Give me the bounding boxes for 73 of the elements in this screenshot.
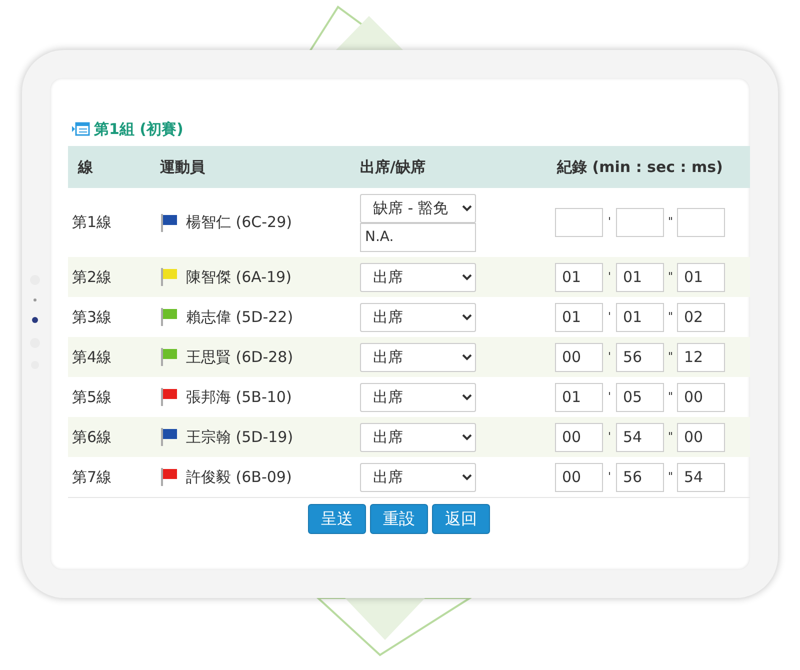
time-field[interactable]: 00 (555, 462, 603, 492)
time-field[interactable]: 05 (616, 382, 664, 412)
time-field[interactable] (616, 208, 664, 237)
lane-label: 第7線 (72, 468, 112, 486)
reset-button[interactable]: 重設 (370, 504, 428, 534)
athlete-name: 陳智傑 (6A-19) (186, 266, 292, 288)
athlete-name: 賴志偉 (5D-22) (186, 306, 294, 328)
lane-label: 第3線 (72, 308, 112, 326)
flag-icon (160, 427, 178, 447)
time-separator: ' (606, 214, 612, 230)
lane-label: 第2線 (72, 268, 112, 286)
time-separator: ' (606, 468, 612, 485)
attendance-select[interactable]: 出席 (360, 342, 476, 372)
time-field[interactable]: 01 (555, 382, 603, 412)
time-field[interactable]: 00 (555, 342, 603, 372)
time-field[interactable]: 56 (616, 462, 664, 492)
time-field[interactable]: 12 (677, 342, 725, 372)
attendance-select[interactable]: 出席 (360, 462, 476, 492)
athlete-name: 王宗翰 (5D-19) (186, 426, 294, 448)
column-header: 運動員 (160, 158, 205, 176)
flag-icon (160, 267, 178, 287)
time-field[interactable]: 01 (555, 302, 603, 332)
back-button[interactable]: 返回 (432, 504, 490, 534)
time-field[interactable]: 00 (677, 382, 725, 412)
time-separator: ' (606, 308, 612, 325)
time-field[interactable]: 00 (555, 422, 603, 452)
time-separator: ' (606, 268, 612, 285)
time-field[interactable]: 54 (616, 422, 664, 452)
time-field[interactable] (555, 208, 603, 237)
attendance-select[interactable]: 缺席 - 豁免 (360, 194, 476, 222)
flag-icon (160, 307, 178, 327)
time-separator: " (666, 214, 674, 230)
time-separator: " (666, 268, 674, 285)
time-separator: " (666, 308, 674, 325)
athlete-name: 王思賢 (6D-28) (186, 346, 294, 368)
lane-label: 第1線 (72, 213, 112, 232)
athlete-name: 張邦海 (5B-10) (186, 386, 292, 408)
time-separator: ' (606, 388, 612, 405)
time-separator: " (666, 428, 674, 445)
flag-icon (160, 212, 178, 232)
note-field[interactable]: N.A. (360, 222, 476, 252)
time-field[interactable]: 01 (677, 262, 725, 292)
time-separator: " (666, 468, 674, 485)
attendance-select[interactable]: 出席 (360, 302, 476, 332)
time-field[interactable]: 00 (677, 422, 725, 452)
column-header: 紀錄 (min : sec : ms) (557, 158, 723, 176)
time-field[interactable]: 56 (616, 342, 664, 372)
list-icon (72, 122, 90, 136)
time-field[interactable]: 01 (555, 262, 603, 292)
flag-icon (160, 467, 178, 487)
lane-label: 第4線 (72, 348, 112, 366)
athlete-name: 許俊毅 (6B-09) (186, 466, 292, 488)
attendance-select[interactable]: 出席 (360, 422, 476, 452)
time-field[interactable]: 01 (616, 262, 664, 292)
time-field[interactable] (677, 208, 725, 237)
column-header: 出席/缺席 (360, 158, 426, 176)
group-title: 第1組 (初賽) (94, 118, 184, 140)
time-field[interactable]: 01 (616, 302, 664, 332)
flag-icon (160, 347, 178, 367)
time-separator: " (666, 388, 674, 405)
time-field[interactable]: 02 (677, 302, 725, 332)
time-separator: ' (606, 348, 612, 365)
submit-button[interactable]: 呈送 (308, 504, 366, 534)
attendance-select[interactable]: 出席 (360, 382, 476, 412)
lane-label: 第6線 (72, 428, 112, 446)
time-separator: " (666, 348, 674, 365)
lane-label: 第5線 (72, 388, 112, 406)
time-field[interactable]: 54 (677, 462, 725, 492)
flag-icon (160, 387, 178, 407)
athlete-name: 楊智仁 (6C-29) (186, 212, 292, 234)
time-separator: ' (606, 428, 612, 445)
attendance-select[interactable]: 出席 (360, 262, 476, 292)
column-header: 線 (76, 158, 93, 176)
